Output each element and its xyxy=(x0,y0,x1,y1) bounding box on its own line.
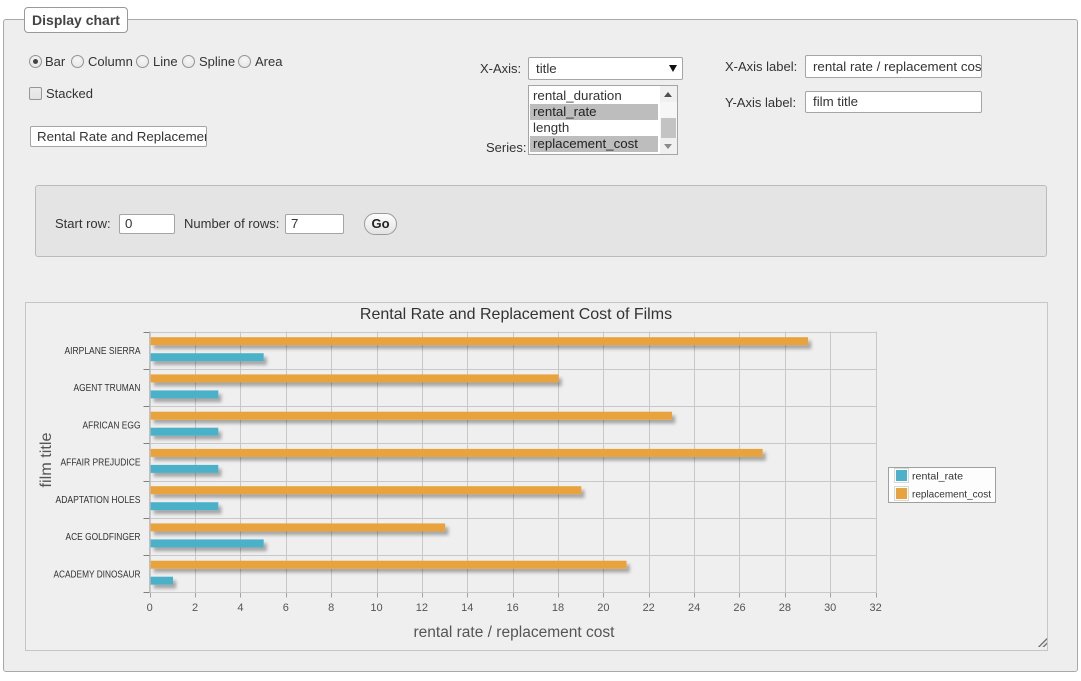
svg-text:28: 28 xyxy=(779,602,791,614)
svg-text:14: 14 xyxy=(461,602,473,614)
svg-text:film title: film title xyxy=(38,433,55,488)
svg-text:rental_rate: rental_rate xyxy=(912,471,963,483)
svg-text:0: 0 xyxy=(147,602,153,614)
svg-text:10: 10 xyxy=(370,602,382,614)
svg-text:ACADEMY DINOSAUR: ACADEMY DINOSAUR xyxy=(54,569,141,580)
svg-text:12: 12 xyxy=(416,602,428,614)
svg-text:30: 30 xyxy=(824,602,836,614)
svg-text:ACE GOLDFINGER: ACE GOLDFINGER xyxy=(66,532,141,543)
svg-text:AFFAIR PREJUDICE: AFFAIR PREJUDICE xyxy=(61,458,141,469)
svg-text:18: 18 xyxy=(552,602,564,614)
svg-text:AIRPLANE SIERRA: AIRPLANE SIERRA xyxy=(65,346,141,357)
svg-text:24: 24 xyxy=(688,602,700,614)
svg-text:16: 16 xyxy=(506,602,518,614)
svg-text:AFRICAN EGG: AFRICAN EGG xyxy=(83,420,141,431)
svg-text:rental rate / replacement cost: rental rate / replacement cost xyxy=(414,624,616,641)
svg-text:Rental Rate and Replacement Co: Rental Rate and Replacement Cost of Film… xyxy=(360,306,672,323)
svg-text:8: 8 xyxy=(328,602,334,614)
svg-text:ADAPTATION HOLES: ADAPTATION HOLES xyxy=(56,495,141,506)
svg-text:26: 26 xyxy=(733,602,745,614)
svg-text:20: 20 xyxy=(597,602,609,614)
svg-text:AGENT TRUMAN: AGENT TRUMAN xyxy=(74,383,141,394)
svg-text:6: 6 xyxy=(283,602,289,614)
svg-text:22: 22 xyxy=(643,602,655,614)
svg-text:32: 32 xyxy=(869,602,881,614)
svg-text:4: 4 xyxy=(237,602,243,614)
svg-text:replacement_cost: replacement_cost xyxy=(912,489,991,501)
svg-text:2: 2 xyxy=(192,602,198,614)
